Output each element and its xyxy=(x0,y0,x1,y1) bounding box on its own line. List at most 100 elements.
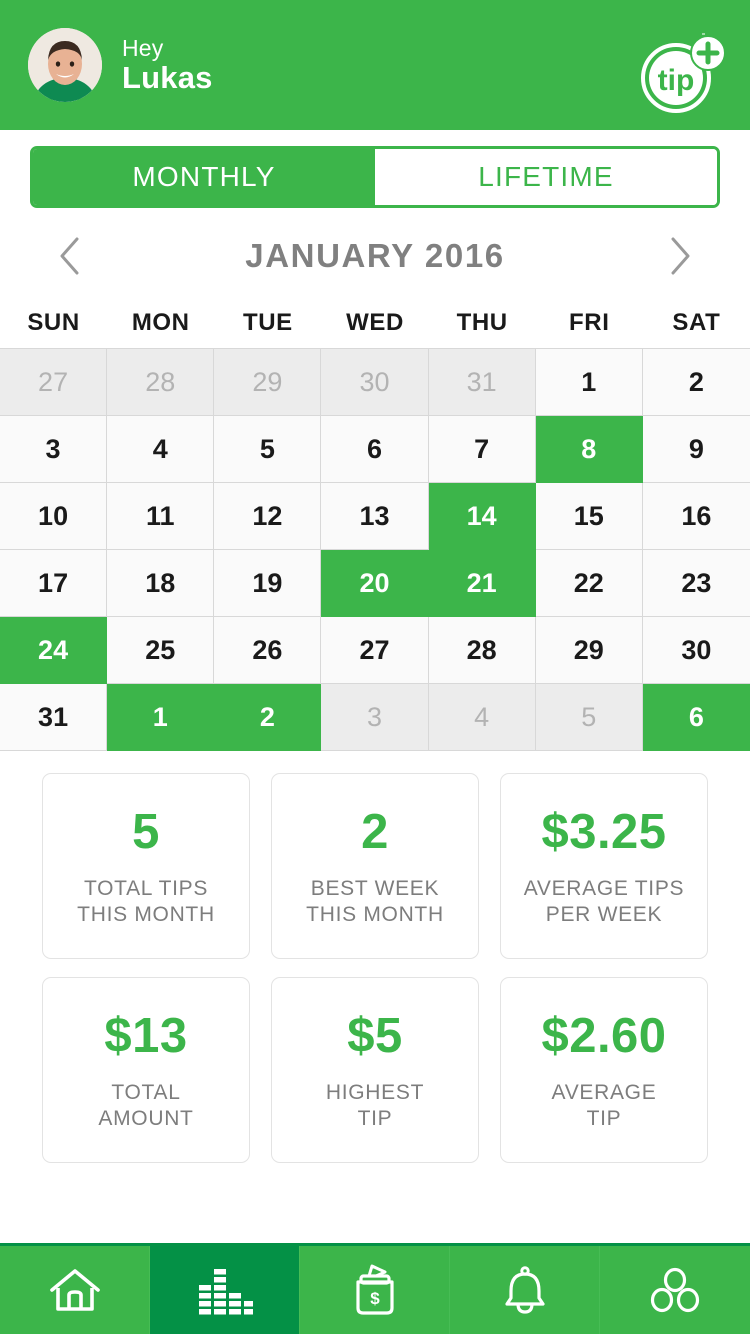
stat-card[interactable]: $13 TOTAL AMOUNT xyxy=(42,977,250,1163)
stat-card[interactable]: 2 BEST WEEK THIS MONTH xyxy=(271,773,479,959)
nav-item-notifications[interactable] xyxy=(450,1246,600,1334)
calendar-day[interactable]: 6 xyxy=(321,416,429,483)
bell-icon xyxy=(501,1265,549,1315)
calendar-day-marked[interactable]: 24 xyxy=(0,617,108,684)
stat-card-label-line: TIP xyxy=(357,1107,393,1130)
calendar-grid: 27 28 29 30 31 1 2 3 4 5 6 7 8 9 10 11 12 13 14 15 16 17 18 19 2… xyxy=(0,348,750,751)
calendar-day[interactable]: 11 xyxy=(107,483,215,550)
nav-item-stats[interactable] xyxy=(150,1246,300,1334)
home-icon xyxy=(48,1266,102,1314)
calendar-day-marked[interactable]: 6 xyxy=(642,684,750,751)
nav-item-tip-jar[interactable]: $ xyxy=(300,1246,450,1334)
calendar-day[interactable]: 27 xyxy=(0,349,108,416)
weekday-header: FRI xyxy=(569,309,610,336)
period-tabs-container: MONTHLY LIFETIME xyxy=(0,130,750,208)
app-header: Hey Lukas tip xyxy=(0,0,750,130)
calendar-day[interactable]: 18 xyxy=(107,550,215,617)
tip-jar-icon: $ xyxy=(349,1264,401,1316)
bar-chart-icon xyxy=(197,1265,253,1315)
stat-card-row: $13 TOTAL AMOUNT $5 HIGHEST TIP $2.60 AVERAGE TI… xyxy=(42,977,708,1163)
calendar-day[interactable]: 23 xyxy=(642,550,750,617)
calendar-day[interactable]: 4 xyxy=(428,684,536,751)
calendar-day-marked[interactable]: 1 xyxy=(107,684,215,751)
calendar-day[interactable]: 31 xyxy=(428,349,536,416)
content-spacer xyxy=(0,1181,750,1243)
calendar-day[interactable]: 10 xyxy=(0,483,108,550)
calendar-day-marked[interactable]: 8 xyxy=(535,416,643,483)
weekday-header-row: SUN MON TUE WED THU FRI SAT xyxy=(0,298,750,348)
calendar-day[interactable]: 5 xyxy=(535,684,643,751)
chevron-left-icon[interactable] xyxy=(56,235,82,277)
calendar-day[interactable]: 7 xyxy=(428,416,536,483)
stat-card[interactable]: $3.25 AVERAGE TIPS PER WEEK xyxy=(500,773,708,959)
calendar-day[interactable]: 12 xyxy=(214,483,322,550)
bottom-navigation: $ xyxy=(0,1243,750,1334)
calendar-day[interactable]: 13 xyxy=(321,483,429,550)
calendar-day[interactable]: 2 xyxy=(642,349,750,416)
calendar-day[interactable]: 31 xyxy=(0,684,108,751)
chevron-right-icon[interactable] xyxy=(668,235,694,277)
calendar-day[interactable]: 3 xyxy=(0,416,108,483)
user-avatar-photo xyxy=(28,28,102,102)
app-screen: Hey Lukas tip MONTHLY LIFETIME JANUARY 2… xyxy=(0,0,750,1334)
calendar-day[interactable]: 22 xyxy=(535,550,643,617)
calendar-day[interactable]: 28 xyxy=(107,349,215,416)
stat-card-row: 5 TOTAL TIPS THIS MONTH 2 BEST WEEK THIS MONT… xyxy=(42,773,708,959)
stat-card-value: 5 xyxy=(132,804,160,859)
calendar-day[interactable]: 1 xyxy=(535,349,643,416)
calendar-day[interactable]: 30 xyxy=(321,349,429,416)
weekday-header: SUN xyxy=(27,309,80,336)
tip-logo[interactable]: tip xyxy=(636,28,728,116)
weekday-header: TUE xyxy=(242,309,293,336)
stat-card-label-line: AVERAGE TIPS xyxy=(523,876,685,900)
calendar-day[interactable]: 4 xyxy=(107,416,215,483)
calendar-day[interactable]: 28 xyxy=(428,617,536,684)
calendar-day[interactable]: 26 xyxy=(214,617,322,684)
calendar-day-marked[interactable]: 14 xyxy=(428,483,536,550)
calendar-day[interactable]: 5 xyxy=(214,416,322,483)
calendar-day[interactable]: 3 xyxy=(321,684,429,751)
stat-card-label: TOTAL TIPS THIS MONTH xyxy=(77,876,215,929)
stat-card-label-line: TIP xyxy=(586,1107,622,1130)
calendar-day-marked[interactable]: 20 xyxy=(321,550,429,617)
calendar-day-marked[interactable]: 2 xyxy=(214,684,322,751)
avatar[interactable] xyxy=(28,28,102,102)
stat-card-label-line: AMOUNT xyxy=(98,1107,194,1130)
greeting-block: Hey Lukas xyxy=(122,36,213,95)
calendar-day[interactable]: 30 xyxy=(642,617,750,684)
period-tabs: MONTHLY LIFETIME xyxy=(30,146,720,208)
calendar-day[interactable]: 29 xyxy=(535,617,643,684)
stat-card-label: BEST WEEK THIS MONTH xyxy=(306,876,444,929)
stat-card-value: $13 xyxy=(104,1008,188,1063)
tab-monthly[interactable]: MONTHLY xyxy=(33,149,375,205)
calendar-day[interactable]: 16 xyxy=(642,483,750,550)
weekday-header: MON xyxy=(131,309,190,336)
calendar-day[interactable]: 25 xyxy=(107,617,215,684)
stat-card-label-line: THIS MONTH xyxy=(306,903,444,926)
stat-card-value: 2 xyxy=(361,804,389,859)
calendar-day[interactable]: 17 xyxy=(0,550,108,617)
calendar-day[interactable]: 19 xyxy=(214,550,322,617)
stat-card-label-line: TOTAL TIPS xyxy=(83,876,209,900)
stat-card-value: $2.60 xyxy=(541,1008,667,1063)
weekday-header: THU xyxy=(456,309,508,336)
calendar-day[interactable]: 29 xyxy=(214,349,322,416)
stat-card-label: AVERAGE TIP xyxy=(552,1080,657,1133)
calendar-day[interactable]: 15 xyxy=(535,483,643,550)
stat-card-label: TOTAL AMOUNT xyxy=(98,1080,193,1133)
stat-card[interactable]: 5 TOTAL TIPS THIS MONTH xyxy=(42,773,250,959)
greeting-text: Hey xyxy=(122,34,164,61)
tab-lifetime[interactable]: LIFETIME xyxy=(375,149,717,205)
nav-item-home[interactable] xyxy=(0,1246,150,1334)
nav-item-more[interactable] xyxy=(600,1246,750,1334)
calendar-day-marked[interactable]: 21 xyxy=(428,550,536,617)
calendar-day[interactable]: 9 xyxy=(642,416,750,483)
stat-card[interactable]: $5 HIGHEST TIP xyxy=(271,977,479,1163)
stat-card-label-line: BEST WEEK xyxy=(310,876,440,900)
stat-card-label-line: THIS MONTH xyxy=(77,903,215,926)
calendar-day[interactable]: 27 xyxy=(321,617,429,684)
stat-card[interactable]: $2.60 AVERAGE TIP xyxy=(500,977,708,1163)
stat-card-label-line: PER WEEK xyxy=(545,903,663,926)
stat-card-value: $5 xyxy=(347,1008,403,1063)
more-circles-icon xyxy=(650,1266,700,1314)
